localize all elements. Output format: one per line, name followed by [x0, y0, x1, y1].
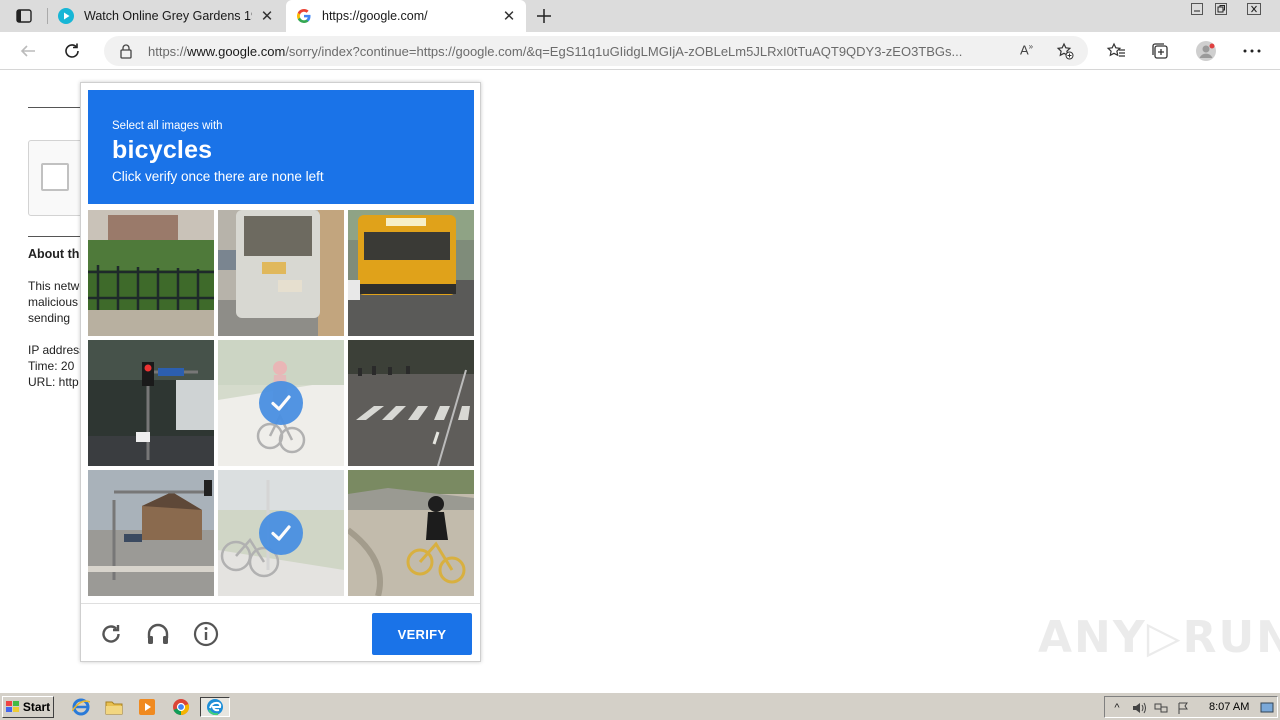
captcha-dialog: Select all images with bicycles Click ve…: [80, 82, 481, 662]
show-hidden-icons-icon[interactable]: ^: [1109, 700, 1125, 716]
play-icon: [58, 8, 74, 24]
taskbar: Start ^ 8:07 AM: [0, 692, 1280, 720]
page-text-line: Time: 20: [28, 359, 75, 373]
url-text[interactable]: https://www.google.com/sorry/index?conti…: [148, 44, 1018, 59]
captcha-tile-intersection[interactable]: [88, 470, 214, 596]
flag-icon[interactable]: [1175, 700, 1191, 716]
page-text-line: malicious: [28, 295, 79, 309]
page-text-line: sending: [28, 311, 71, 325]
chrome-icon[interactable]: [170, 697, 192, 717]
captcha-tile-child-bicycle[interactable]: [348, 470, 474, 596]
start-button[interactable]: Start: [2, 696, 54, 718]
captcha-tile-cyclist-path[interactable]: [218, 340, 344, 466]
minimize-icon[interactable]: [1184, 0, 1210, 18]
captcha-tile-park-fence[interactable]: [88, 210, 214, 336]
window-close-icon[interactable]: [1234, 0, 1274, 18]
show-desktop-icon[interactable]: [1259, 700, 1275, 716]
tab-grey-gardens[interactable]: Watch Online Grey Gardens 1975 ✕: [48, 0, 284, 32]
page-text-line: URL: http: [28, 375, 79, 389]
headphones-icon[interactable]: [145, 621, 171, 647]
tab-title: https://google.com/: [322, 9, 428, 23]
captcha-prompt: Select all images with: [112, 120, 223, 132]
divider: [28, 107, 80, 108]
anyrun-watermark: ANY▷RUN: [1038, 612, 1280, 663]
lock-icon[interactable]: [118, 43, 134, 59]
info-icon[interactable]: [193, 621, 219, 647]
captcha-tile-crosswalk[interactable]: [348, 340, 474, 466]
recaptcha-checkbox[interactable]: [41, 163, 69, 191]
divider: [28, 236, 80, 237]
browser-toolbar: https://www.google.com/sorry/index?conti…: [0, 32, 1280, 70]
tab-actions-icon[interactable]: [10, 7, 38, 25]
internet-explorer-icon[interactable]: [70, 697, 92, 717]
media-player-icon[interactable]: [136, 697, 158, 717]
reload-icon[interactable]: [98, 621, 124, 647]
read-aloud-icon[interactable]: A»: [1020, 42, 1033, 57]
edge-icon[interactable]: [200, 697, 230, 717]
google-icon: [296, 8, 312, 24]
about-heading: About this page: [28, 247, 80, 261]
profile-avatar-icon[interactable]: [1196, 41, 1216, 61]
volume-icon[interactable]: [1131, 700, 1147, 716]
add-favorite-icon[interactable]: [1056, 42, 1074, 60]
start-label: Start: [22, 700, 51, 714]
address-bar[interactable]: https://www.google.com/sorry/index?conti…: [104, 36, 1088, 66]
refresh-icon[interactable]: [60, 39, 84, 63]
checkmark-icon: [259, 511, 303, 555]
captcha-target: bicycles: [112, 136, 213, 164]
restore-icon[interactable]: [1208, 0, 1234, 18]
page-text-line: This network: [28, 279, 80, 293]
close-icon[interactable]: ✕: [258, 7, 276, 25]
network-icon[interactable]: [1153, 700, 1169, 716]
captcha-image-grid: [88, 210, 474, 596]
system-tray: ^ 8:07 AM: [1104, 696, 1278, 718]
captcha-instruction: Click verify once there are none left: [112, 169, 324, 184]
captcha-footer: VERIFY: [81, 603, 480, 661]
captcha-tile-bus-rear[interactable]: [218, 210, 344, 336]
close-icon[interactable]: ✕: [500, 7, 518, 25]
tab-title: Watch Online Grey Gardens 1975: [84, 9, 252, 23]
windows-logo-icon: [5, 701, 19, 712]
file-explorer-icon[interactable]: [103, 697, 125, 717]
collections-icon[interactable]: [1150, 41, 1170, 61]
more-menu-icon[interactable]: [1242, 41, 1262, 61]
checkmark-icon: [259, 381, 303, 425]
page-text-line: IP address: [28, 343, 80, 357]
back-icon[interactable]: [16, 39, 40, 63]
captcha-tile-school-bus[interactable]: [348, 210, 474, 336]
captcha-tile-traffic-light[interactable]: [88, 340, 214, 466]
new-tab-icon[interactable]: [534, 6, 554, 26]
tab-google[interactable]: https://google.com/ ✕: [286, 0, 526, 32]
tab-strip: Watch Online Grey Gardens 1975 ✕ https:/…: [0, 0, 1280, 32]
favorites-icon[interactable]: [1106, 41, 1126, 61]
verify-button[interactable]: VERIFY: [372, 613, 472, 655]
captcha-header: Select all images with bicycles Click ve…: [88, 90, 474, 204]
clock: 8:07 AM: [1209, 701, 1250, 713]
captcha-tile-bicycle-parked[interactable]: [218, 470, 344, 596]
